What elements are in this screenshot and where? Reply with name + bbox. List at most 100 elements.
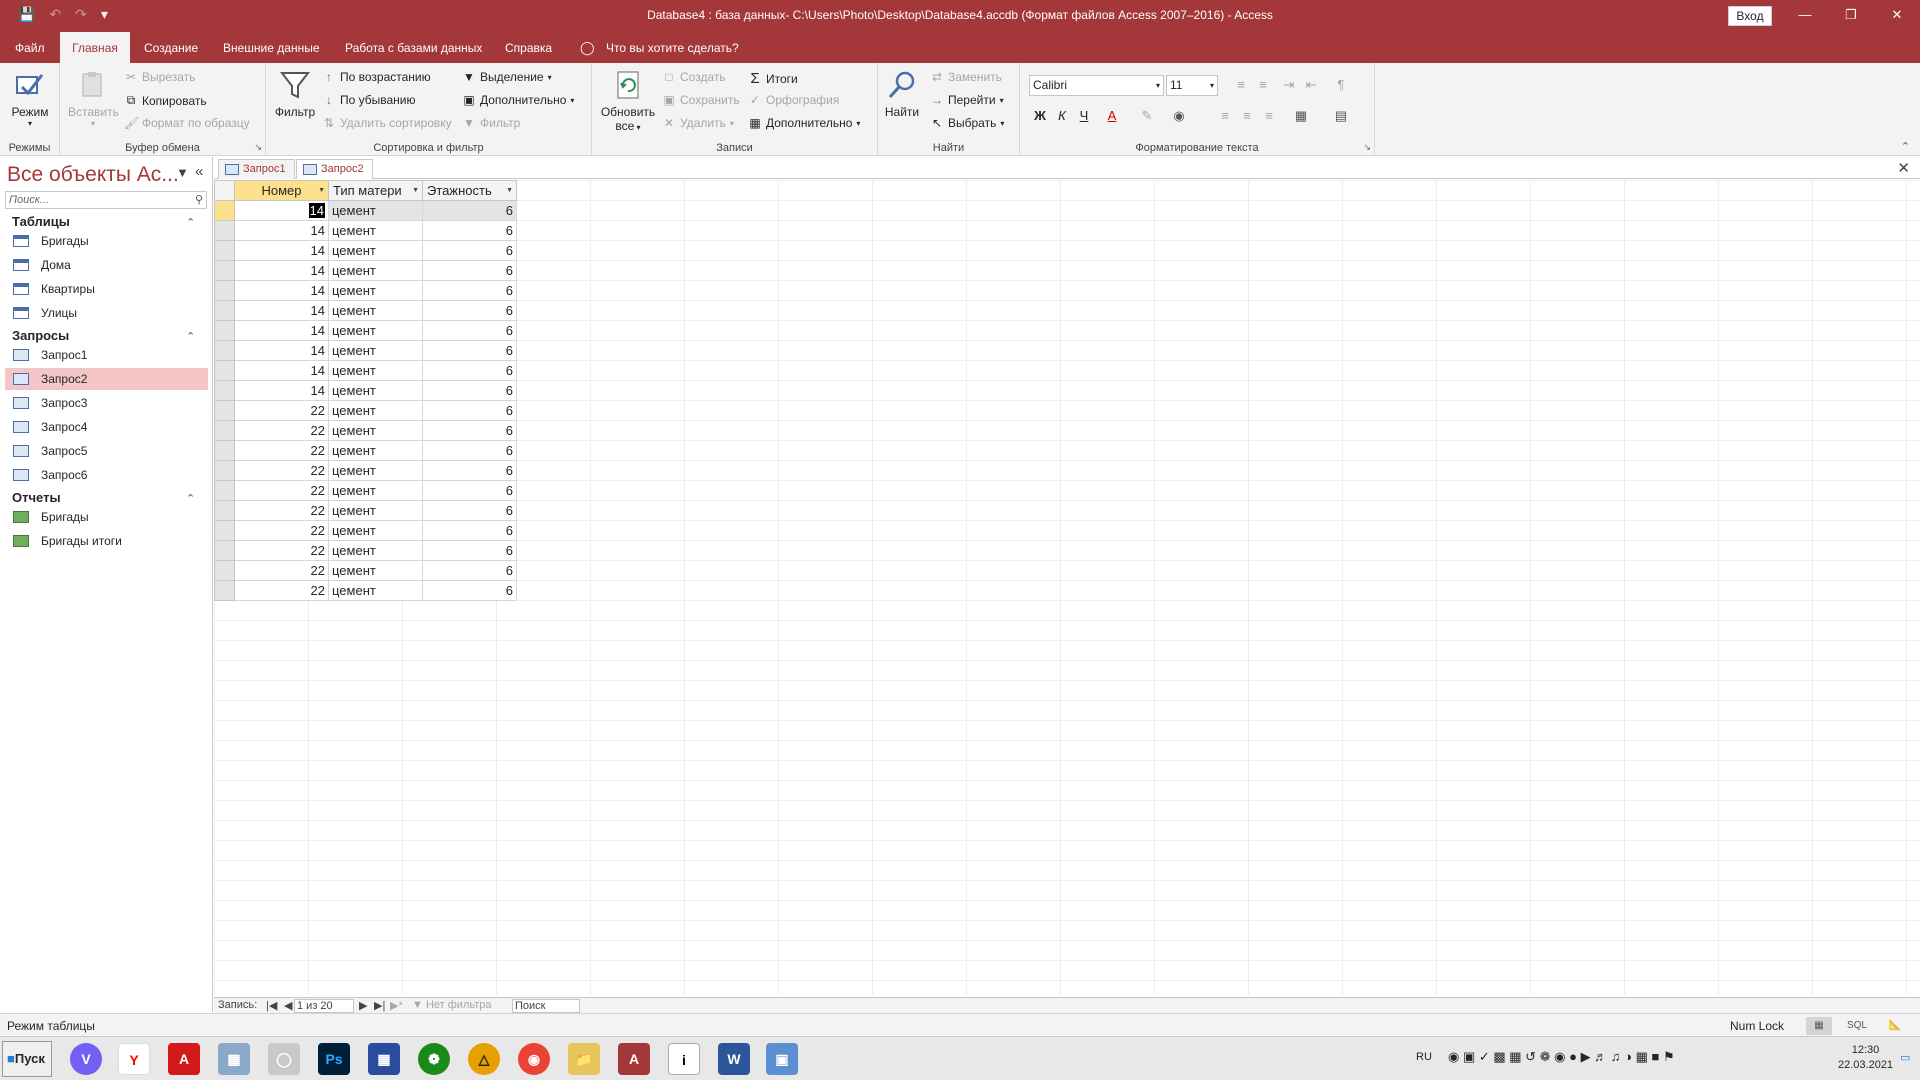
collapse-category-icon[interactable]: ⌃: [186, 216, 195, 229]
row-selector[interactable]: [214, 440, 235, 461]
cell-floors[interactable]: 6: [422, 580, 517, 601]
nav-item-table[interactable]: Бригады: [5, 230, 208, 252]
search-icon[interactable]: ⚲: [195, 192, 203, 208]
row-selector[interactable]: [214, 580, 235, 601]
fill-color-icon[interactable]: ◉: [1170, 108, 1188, 124]
cell-material[interactable]: цемент: [328, 460, 423, 481]
warning-app-icon[interactable]: △: [468, 1043, 500, 1075]
cell-material[interactable]: цемент: [328, 420, 423, 441]
green-app-icon[interactable]: ❁: [418, 1043, 450, 1075]
chevron-down-icon[interactable]: ▼: [318, 187, 325, 194]
align-left-icon[interactable]: ≡: [1216, 108, 1234, 123]
tab-database-tools[interactable]: Работа с базами данных: [345, 32, 482, 63]
row-selector[interactable]: [214, 420, 235, 441]
cell-material[interactable]: цемент: [328, 240, 423, 261]
cell-number[interactable]: 14: [234, 220, 329, 241]
tab-external-data[interactable]: Внешние данные: [223, 32, 320, 63]
next-record-icon[interactable]: ▶: [359, 999, 367, 1012]
text-format-launcher-icon[interactable]: ↘: [1363, 142, 1371, 153]
save-record-button[interactable]: ▣ Сохранить: [662, 93, 739, 107]
start-button[interactable]: ■Пуск: [2, 1041, 52, 1077]
table-row[interactable]: 22 цемент 6: [214, 400, 517, 421]
tab-home[interactable]: Главная: [60, 32, 130, 63]
table-row[interactable]: 22 цемент 6: [214, 560, 517, 581]
cell-material[interactable]: цемент: [328, 400, 423, 421]
nav-menu-chevron-icon[interactable]: ▼: [176, 165, 189, 180]
jar-app-icon[interactable]: ◯: [268, 1043, 300, 1075]
font-size-select[interactable]: 11 ▾: [1166, 75, 1218, 96]
cell-material[interactable]: цемент: [328, 200, 423, 221]
nav-item-report[interactable]: Бригады итоги: [5, 530, 208, 552]
table-row[interactable]: 22 цемент 6: [214, 500, 517, 521]
viber-icon[interactable]: V: [70, 1043, 102, 1075]
word-icon[interactable]: W: [718, 1043, 750, 1075]
table-row[interactable]: 14 цемент 6: [214, 200, 517, 221]
italic-button[interactable]: К: [1053, 108, 1071, 123]
cell-material[interactable]: цемент: [328, 220, 423, 241]
cell-floors[interactable]: 6: [422, 220, 517, 241]
show-desktop-icon[interactable]: ▭: [1900, 1051, 1910, 1064]
cell-number[interactable]: 22: [234, 480, 329, 501]
numbering-icon[interactable]: ≡: [1254, 77, 1272, 92]
tray-icons[interactable]: ◉ ▣ ✓ ▩ ▦ ↺ ❁ ◉ ● ▶ ♬ ♫ ◑ ▦ ■ ⚑: [1448, 1049, 1675, 1065]
indent-increase-icon[interactable]: ⇥: [1280, 77, 1298, 93]
cell-material[interactable]: цемент: [328, 560, 423, 581]
select-button[interactable]: ↖ Выбрать ▾: [930, 116, 1004, 130]
cell-number[interactable]: 14: [234, 280, 329, 301]
format-painter-button[interactable]: 🖌 Формат по образцу: [124, 116, 250, 130]
record-position-input[interactable]: 1 из 20: [294, 999, 354, 1013]
spelling-button[interactable]: ✓ Орфография: [748, 93, 839, 107]
cell-material[interactable]: цемент: [328, 320, 423, 341]
gridlines-icon[interactable]: ▦: [1292, 108, 1310, 124]
cell-material[interactable]: цемент: [328, 440, 423, 461]
last-record-icon[interactable]: ▶|: [374, 999, 385, 1012]
replace-button[interactable]: ⇄ Заменить: [930, 70, 1002, 84]
cell-material[interactable]: цемент: [328, 480, 423, 501]
table-row[interactable]: 14 цемент 6: [214, 360, 517, 381]
cell-floors[interactable]: 6: [422, 480, 517, 501]
cell-floors[interactable]: 6: [422, 300, 517, 321]
cell-floors[interactable]: 6: [422, 440, 517, 461]
nav-item-query[interactable]: Запрос1: [5, 344, 208, 366]
table-row[interactable]: 14 цемент 6: [214, 340, 517, 361]
nav-item-query-selected[interactable]: Запрос2: [5, 368, 208, 390]
alternate-row-color-icon[interactable]: ▤: [1332, 108, 1350, 124]
tab-file[interactable]: Файл: [15, 32, 45, 63]
row-selector[interactable]: [214, 400, 235, 421]
cell-floors[interactable]: 6: [422, 360, 517, 381]
collapse-ribbon-icon[interactable]: ⌃: [1901, 140, 1910, 153]
cell-number[interactable]: 22: [234, 460, 329, 481]
row-selector[interactable]: [214, 220, 235, 241]
bold-button[interactable]: Ж: [1031, 108, 1049, 123]
row-selector[interactable]: [214, 560, 235, 581]
indent-decrease-icon[interactable]: ⇤: [1302, 77, 1320, 93]
nav-search-input[interactable]: Поиск... ⚲: [5, 191, 207, 209]
cell-material[interactable]: цемент: [328, 540, 423, 561]
remove-sort-button[interactable]: ⇅ Удалить сортировку: [322, 116, 452, 130]
table-row[interactable]: 14 цемент 6: [214, 220, 517, 241]
table-row[interactable]: 22 цемент 6: [214, 480, 517, 501]
tab-create[interactable]: Создание: [144, 32, 198, 63]
image-viewer-icon[interactable]: ▣: [766, 1043, 798, 1075]
collapse-category-icon[interactable]: ⌃: [186, 492, 195, 505]
cell-number[interactable]: 14: [234, 260, 329, 281]
row-selector[interactable]: [214, 460, 235, 481]
refresh-all-button[interactable]: Обновить все ▾: [596, 69, 660, 133]
acrobat-icon[interactable]: A: [168, 1043, 200, 1075]
first-record-icon[interactable]: |◀: [266, 999, 277, 1012]
floppy-app-icon[interactable]: ▦: [368, 1043, 400, 1075]
tab-help[interactable]: Справка: [505, 32, 552, 63]
datasheet-view-icon[interactable]: ▦: [1806, 1017, 1832, 1035]
advanced-filter-button[interactable]: ▣ Дополнительно ▾: [462, 93, 574, 107]
row-selector[interactable]: [214, 240, 235, 261]
filter-button[interactable]: Фильтр: [272, 69, 318, 119]
info-app-icon[interactable]: i: [668, 1043, 700, 1075]
cell-material[interactable]: цемент: [328, 280, 423, 301]
cell-number[interactable]: 14: [234, 380, 329, 401]
cell-material[interactable]: цемент: [328, 300, 423, 321]
cell-floors[interactable]: 6: [422, 280, 517, 301]
table-row[interactable]: 22 цемент 6: [214, 420, 517, 441]
paste-button[interactable]: Вставить ▾: [68, 69, 119, 128]
row-selector[interactable]: [214, 280, 235, 301]
row-selector[interactable]: [214, 520, 235, 541]
